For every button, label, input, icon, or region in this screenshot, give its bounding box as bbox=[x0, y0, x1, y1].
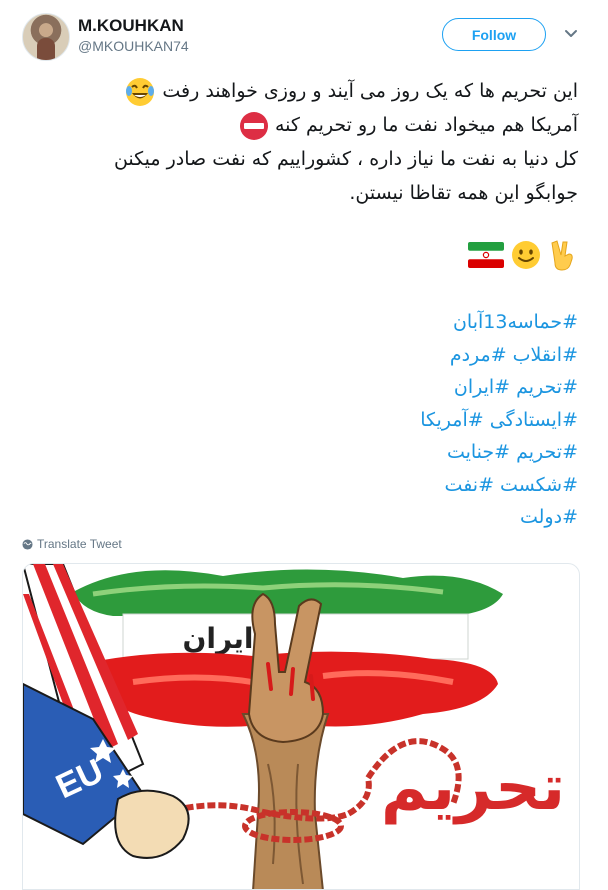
tweet-line-2-text: آمریکا هم میخواد نفت ما رو تحریم کنه bbox=[275, 114, 578, 136]
pulling-hand bbox=[114, 789, 190, 859]
hashtag-line[interactable]: #دولت bbox=[420, 501, 578, 534]
globe-icon bbox=[22, 538, 33, 550]
hashtag-line[interactable]: #تحریم #جنایت bbox=[420, 436, 578, 469]
avatar[interactable] bbox=[22, 13, 70, 61]
laughing-tears-icon bbox=[126, 77, 155, 106]
author-handle[interactable]: @MKOUHKAN74 bbox=[78, 38, 189, 54]
tweet-line-4: جوابگو این همه تقاظا نیستن. bbox=[349, 182, 578, 204]
tweet-header: M.KOUHKAN @MKOUHKAN74 Follow bbox=[0, 0, 608, 70]
tweet-text: این تحریم ها که یک روز می آیند و روزی خو… bbox=[28, 74, 578, 210]
flag-text: ایران bbox=[182, 622, 253, 655]
tweet-image[interactable]: ایران تحریم EU bbox=[22, 563, 580, 890]
tweet-line-1-text: این تحریم ها که یک روز می آیند و روزی خو… bbox=[162, 80, 578, 102]
no-entry-icon bbox=[239, 111, 268, 140]
victory-hand-icon bbox=[551, 240, 573, 271]
hashtag-line[interactable]: #شکست #نفت bbox=[420, 469, 578, 502]
translate-label: Translate Tweet bbox=[37, 537, 122, 551]
red-word: تحریم bbox=[381, 751, 565, 825]
smiley-icon bbox=[512, 241, 540, 269]
tweet-line-2: آمریکا هم میخواد نفت ما رو تحریم کنه bbox=[28, 108, 578, 142]
tweet-line-1: این تحریم ها که یک روز می آیند و روزی خو… bbox=[28, 74, 578, 108]
chevron-down-icon[interactable] bbox=[564, 26, 578, 40]
iran-flag-icon bbox=[468, 242, 504, 268]
hashtag-list: #حماسه13آبان #انقلاب #مردم #تحریم #ایران… bbox=[420, 306, 578, 534]
translate-tweet-link[interactable]: Translate Tweet bbox=[22, 537, 122, 551]
hashtag-line[interactable]: #حماسه13آبان bbox=[420, 306, 578, 339]
follow-button[interactable]: Follow bbox=[442, 18, 546, 51]
emoji-row bbox=[468, 238, 578, 272]
hashtag-line[interactable]: #انقلاب #مردم bbox=[420, 339, 578, 372]
cartoon-illustration: ایران تحریم EU bbox=[23, 564, 565, 889]
hashtag-line[interactable]: #تحریم #ایران bbox=[420, 371, 578, 404]
author-name[interactable]: M.KOUHKAN bbox=[78, 16, 184, 36]
tweet-line-3: کل دنیا به نفت ما نیاز داره ، کشوراییم ک… bbox=[113, 148, 578, 170]
hashtag-line[interactable]: #ایستادگی #آمریکا bbox=[420, 404, 578, 437]
